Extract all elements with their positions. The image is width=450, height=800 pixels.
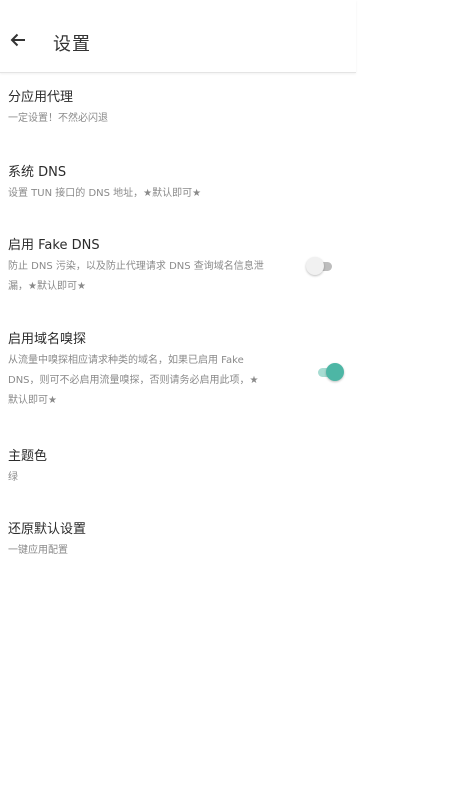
setting-summary-line: 一定设置！不然必闪退 [8, 113, 108, 124]
setting-summary-line: 从流量中嗅探相应请求种类的域名，如果已启用 Fake [8, 355, 244, 366]
page-title: 设置 [53, 34, 91, 55]
setting-per-app-proxy[interactable]: 分应用代理 一定设置！不然必闪退 [8, 89, 308, 129]
setting-title: 启用 Fake DNS [8, 238, 100, 253]
back-button[interactable] [4, 26, 32, 54]
arrow-left-icon [4, 26, 32, 54]
setting-summary-line: 防止 DNS 污染，以及防止代理请求 DNS 查询域名信息泄 [8, 261, 264, 272]
toggle-thumb [326, 363, 344, 381]
setting-summary-line: 设置 TUN 接口的 DNS 地址，★默认即可★ [8, 188, 202, 199]
setting-summary: 防止 DNS 污染，以及防止代理请求 DNS 查询域名信息泄 漏，★默认即可★ [8, 257, 308, 297]
setting-fake-dns[interactable]: 启用 Fake DNS 防止 DNS 污染，以及防止代理请求 DNS 查询域名信… [8, 237, 308, 297]
app-bar: 设置 [0, 0, 356, 73]
fake-dns-toggle[interactable] [306, 256, 334, 276]
setting-summary-line: 一键应用配置 [8, 545, 68, 556]
setting-theme-color[interactable]: 主题色 绿 [8, 448, 308, 488]
setting-summary: 一定设置！不然必闪退 [8, 109, 308, 129]
setting-summary-line: 绿 [8, 472, 18, 483]
setting-title: 启用域名嗅探 [8, 332, 87, 347]
domain-sniffing-toggle[interactable] [316, 362, 344, 382]
setting-title: 还原默认设置 [8, 522, 87, 537]
setting-restore-defaults[interactable]: 还原默认设置 一键应用配置 [8, 521, 308, 561]
setting-title: 主题色 [8, 449, 48, 464]
setting-system-dns[interactable]: 系统 DNS 设置 TUN 接口的 DNS 地址，★默认即可★ [8, 164, 308, 204]
setting-summary: 绿 [8, 468, 308, 488]
setting-domain-sniffing[interactable]: 启用域名嗅探 从流量中嗅探相应请求种类的域名，如果已启用 Fake DNS，则可… [8, 331, 308, 411]
setting-title: 系统 DNS [8, 165, 67, 180]
setting-summary-line: 默认即可★ [8, 395, 57, 406]
setting-summary-line: 漏，★默认即可★ [8, 281, 86, 292]
setting-title: 分应用代理 [8, 90, 74, 105]
setting-summary: 设置 TUN 接口的 DNS 地址，★默认即可★ [8, 184, 308, 204]
setting-summary: 从流量中嗅探相应请求种类的域名，如果已启用 Fake DNS，则可不必启用流量嗅… [8, 351, 308, 411]
setting-summary: 一键应用配置 [8, 541, 308, 561]
setting-summary-line: DNS，则可不必启用流量嗅探，否则请务必启用此项，★ [8, 375, 259, 386]
toggle-thumb [306, 257, 324, 275]
